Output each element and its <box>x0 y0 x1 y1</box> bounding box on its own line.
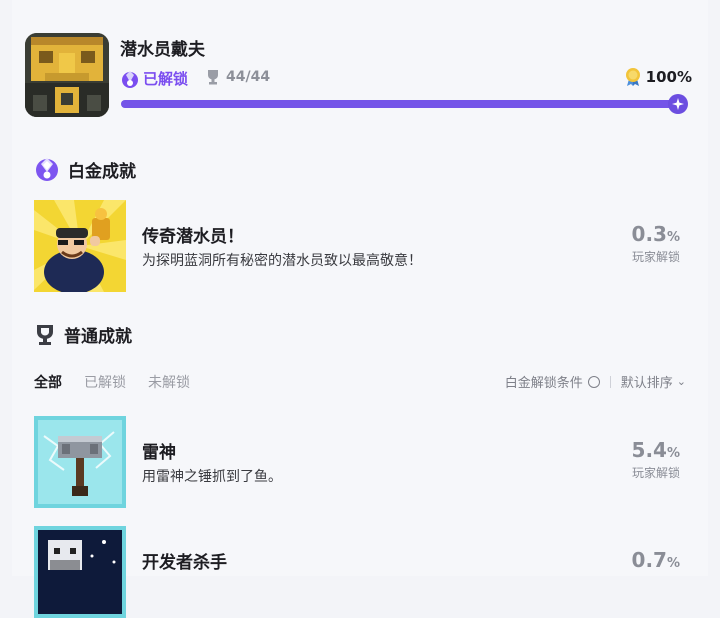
unlock-rate-unit: % <box>666 446 680 461</box>
completion-progress-bar <box>121 100 681 108</box>
unlocked-badge: 已解锁 <box>120 68 188 89</box>
normal-section-title: 普通成就 <box>64 327 132 347</box>
achievement-name: 开发者杀手 <box>142 553 227 573</box>
platinum-achievement-row[interactable]: 传奇潜水员！ 为探明蓝洞所有秘密的潜水员致以最高敬意！ 0.3% 玩家解锁 <box>34 200 694 292</box>
tab-unlocked[interactable]: 已解锁 <box>84 372 126 392</box>
trophy-icon <box>37 324 53 345</box>
completion-percent: 100% <box>624 67 692 87</box>
achievement-row[interactable]: 雷神 用雷神之锤抓到了鱼。 5.4% 玩家解锁 <box>34 416 694 508</box>
platinum-condition-toggle[interactable]: 白金解锁条件 <box>505 372 583 391</box>
completion-percent-text: 100% <box>645 68 692 86</box>
platinum-gem-icon <box>36 158 58 181</box>
unlock-rate: 5.4% 玩家解锁 <box>632 438 680 481</box>
developer-killer-image <box>34 526 126 618</box>
legendary-diver-image <box>34 200 126 292</box>
chevron-down-icon[interactable]: ⌄ <box>677 375 686 388</box>
unlock-rate: 0.3% 玩家解锁 <box>632 222 680 265</box>
achievement-name: 雷神 <box>142 443 176 463</box>
unlock-gem-icon <box>120 69 140 89</box>
unlock-rate-label: 玩家解锁 <box>631 250 680 264</box>
progress-fill <box>121 100 681 108</box>
thor-hammer-image <box>34 416 126 508</box>
unlock-rate-value: 0.7 <box>631 548 667 572</box>
medal-icon <box>625 68 640 86</box>
trophy-count: 44/44 <box>206 69 270 85</box>
achievement-row[interactable]: 开发者杀手 0.7% <box>34 526 694 618</box>
unlock-rate-unit: % <box>666 556 680 571</box>
tab-all[interactable]: 全部 <box>34 372 62 392</box>
platinum-section-header: 白金成就 <box>34 156 136 182</box>
trophy-icon <box>208 70 218 85</box>
game-title: 潜水员戴夫 <box>120 40 205 60</box>
platinum-section-title: 白金成就 <box>68 161 136 182</box>
achievement-desc: 用雷神之锤抓到了鱼。 <box>142 469 282 485</box>
sort-dropdown[interactable]: 默认排序 <box>621 372 673 391</box>
filter-controls: 白金解锁条件 默认排序 ⌄ <box>505 372 686 391</box>
unlocked-label: 已解锁 <box>143 70 189 88</box>
radio-circle-icon[interactable] <box>587 375 600 388</box>
unlock-rate-unit: % <box>666 230 680 245</box>
progress-end-sparkle-icon <box>668 94 688 114</box>
unlock-rate: 0.7% <box>632 548 680 572</box>
normal-section-header: 普通成就 <box>34 322 132 347</box>
tab-locked[interactable]: 未解锁 <box>148 372 190 392</box>
trophy-count-text: 44/44 <box>226 69 271 85</box>
unlock-rate-label: 玩家解锁 <box>631 466 680 480</box>
achievement-desc: 为探明蓝洞所有秘密的潜水员致以最高敬意！ <box>142 253 422 269</box>
game-cover-icon[interactable] <box>25 33 109 117</box>
divider <box>609 375 611 388</box>
unlock-rate-value: 5.4 <box>631 438 667 462</box>
achievements-card: 潜水员戴夫 已解锁 44/44 100% 白金成就 传奇潜水员！ 为探明蓝洞所有… <box>12 0 708 618</box>
unlock-rate-value: 0.3 <box>631 222 667 246</box>
achievement-filter-tabs: 全部 已解锁 未解锁 <box>34 372 190 392</box>
achievement-name: 传奇潜水员！ <box>142 227 244 247</box>
